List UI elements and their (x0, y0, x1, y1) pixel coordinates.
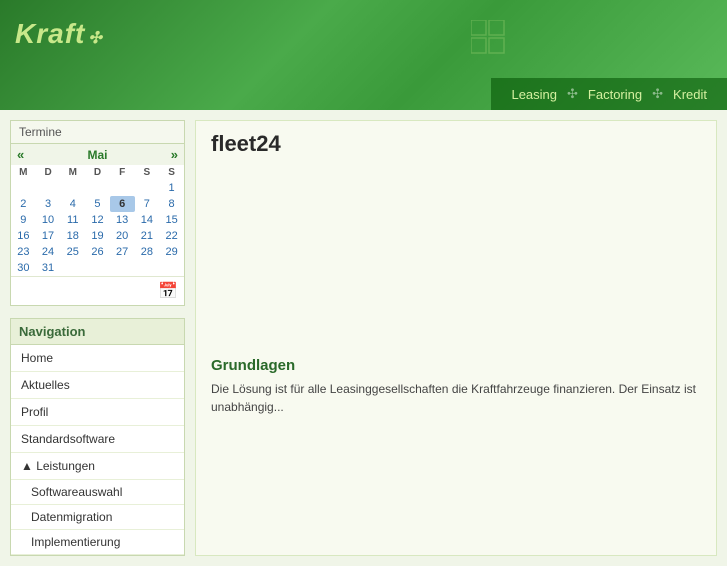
calendar-day[interactable]: 1 (159, 180, 184, 196)
calendar-week-row: 9101112131415 (11, 212, 184, 228)
top-nav-bar: Leasing ✣ Factoring ✣ Kredit (491, 78, 727, 110)
nav-item-6[interactable]: Datenmigration (11, 505, 184, 530)
calendar-day[interactable]: 15 (159, 212, 184, 228)
nav-leasing[interactable]: Leasing (511, 87, 557, 102)
nav-item-3[interactable]: Standardsoftware (11, 426, 184, 453)
sidebar: Termine « Mai » MDMDFSS 1234567891011121… (10, 120, 185, 556)
calendar-day (135, 260, 160, 276)
calendar-day[interactable]: 16 (11, 228, 36, 244)
navigation-items: HomeAktuellesProfilStandardsoftware▲ Lei… (11, 345, 184, 555)
calendar-weekday: M (60, 165, 85, 180)
calendar-day[interactable]: 31 (36, 260, 61, 276)
content-area: fleet24 Grundlagen Die Lösung ist für al… (195, 120, 717, 556)
logo-cross-icon: ✣ (88, 30, 102, 47)
nav-item-4[interactable]: ▲ Leistungen (11, 453, 184, 480)
calendar-day[interactable]: 25 (60, 244, 85, 260)
nav-factoring[interactable]: Factoring (588, 87, 642, 102)
calendar-day[interactable]: 24 (36, 244, 61, 260)
calendar-day (36, 180, 61, 196)
calendar-day (85, 180, 110, 196)
calendar-day (110, 180, 135, 196)
calendar-day[interactable]: 12 (85, 212, 110, 228)
content-text: Die Lösung ist für alle Leasinggesellsch… (211, 380, 701, 416)
calendar-weekday-row: MDMDFSS (11, 165, 184, 180)
calendar-day[interactable]: 10 (36, 212, 61, 228)
grid-icon (471, 20, 507, 56)
calendar-day[interactable]: 8 (159, 196, 184, 212)
calendar-week-row: 1 (11, 180, 184, 196)
calendar-day[interactable]: 13 (110, 212, 135, 228)
calendar-next-button[interactable]: » (171, 147, 178, 162)
nav-item-5[interactable]: Softwareauswahl (11, 480, 184, 505)
calendar-header: « Mai » (11, 144, 184, 165)
calendar-weekday: F (110, 165, 135, 180)
calendar-title: Termine (11, 121, 184, 144)
calendar-day[interactable]: 22 (159, 228, 184, 244)
calendar-footer: 📅 (11, 276, 184, 305)
calendar-day[interactable]: 30 (11, 260, 36, 276)
logo: Kraft✣ (15, 18, 103, 50)
grid-svg (471, 20, 507, 56)
calendar-weekday: D (36, 165, 61, 180)
calendar-day[interactable]: 11 (60, 212, 85, 228)
navigation-title: Navigation (11, 319, 184, 345)
calendar-day[interactable]: 20 (110, 228, 135, 244)
navigation-widget: Navigation HomeAktuellesProfilStandardso… (10, 318, 185, 556)
content-subtitle: Grundlagen (211, 357, 701, 374)
nav-sep-1: ✣ (567, 86, 578, 102)
header: Kraft✣ Leasing ✣ Factoring ✣ Kredit (0, 0, 727, 110)
calendar-body: 1234567891011121314151617181920212223242… (11, 180, 184, 276)
main-layout: Termine « Mai » MDMDFSS 1234567891011121… (0, 110, 727, 566)
calendar-day[interactable]: 19 (85, 228, 110, 244)
calendar-month-label: Mai (87, 148, 107, 162)
calendar-day[interactable]: 21 (135, 228, 160, 244)
calendar-weekday: S (159, 165, 184, 180)
calendar-day[interactable]: 2 (11, 196, 36, 212)
calendar-day[interactable]: 27 (110, 244, 135, 260)
calendar-table: MDMDFSS 12345678910111213141516171819202… (11, 165, 184, 276)
calendar-day (85, 260, 110, 276)
calendar-day[interactable]: 4 (60, 196, 85, 212)
calendar-day[interactable]: 9 (11, 212, 36, 228)
calendar-day[interactable]: 26 (85, 244, 110, 260)
calendar-day[interactable]: 5 (85, 196, 110, 212)
nav-sep-2: ✣ (652, 86, 663, 102)
calendar-weekday: M (11, 165, 36, 180)
calendar-prev-button[interactable]: « (17, 147, 24, 162)
page-title: fleet24 (211, 131, 701, 157)
calendar-day[interactable]: 29 (159, 244, 184, 260)
calendar-day[interactable]: 18 (60, 228, 85, 244)
nav-item-0[interactable]: Home (11, 345, 184, 372)
calendar-day[interactable]: 6 (110, 196, 135, 212)
calendar-week-row: 2345678 (11, 196, 184, 212)
content-body: Grundlagen Die Lösung ist für alle Leasi… (211, 357, 701, 416)
nav-item-2[interactable]: Profil (11, 399, 184, 426)
logo-text: Kraft (15, 18, 85, 49)
calendar-day[interactable]: 3 (36, 196, 61, 212)
calendar-day[interactable]: 17 (36, 228, 61, 244)
calendar-week-row: 16171819202122 (11, 228, 184, 244)
calendar-day[interactable]: 7 (135, 196, 160, 212)
calendar-widget: Termine « Mai » MDMDFSS 1234567891011121… (10, 120, 185, 306)
calendar-week-row: 23242526272829 (11, 244, 184, 260)
calendar-weekday: S (135, 165, 160, 180)
nav-item-7[interactable]: Implementierung (11, 530, 184, 555)
calendar-day (60, 180, 85, 196)
nav-kredit[interactable]: Kredit (673, 87, 707, 102)
calendar-day (11, 180, 36, 196)
calendar-day[interactable]: 23 (11, 244, 36, 260)
calendar-icon[interactable]: 📅 (158, 281, 178, 301)
calendar-day (135, 180, 160, 196)
calendar-week-row: 3031 (11, 260, 184, 276)
calendar-weekday: D (85, 165, 110, 180)
calendar-day[interactable]: 14 (135, 212, 160, 228)
calendar-day (60, 260, 85, 276)
calendar-day (159, 260, 184, 276)
calendar-day (110, 260, 135, 276)
calendar-day[interactable]: 28 (135, 244, 160, 260)
nav-item-1[interactable]: Aktuelles (11, 372, 184, 399)
